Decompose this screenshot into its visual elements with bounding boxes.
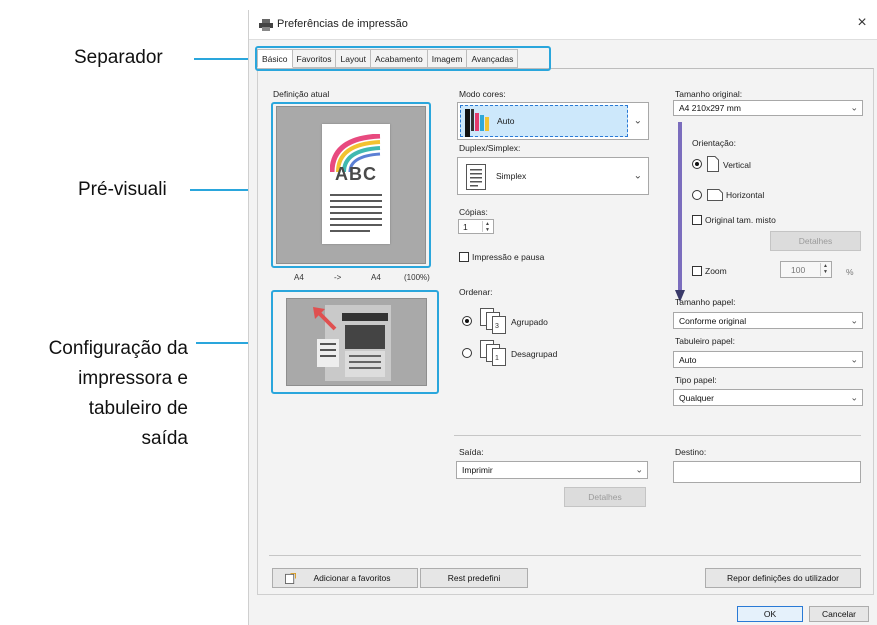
zoom-checkbox[interactable] xyxy=(692,266,702,276)
chevron-down-icon: ⌄ xyxy=(850,354,858,364)
duplex-value: Simplex xyxy=(496,171,527,181)
zoom-percent: (100%) xyxy=(404,273,430,282)
original-size-select[interactable]: A4 210x297 mm ⌄ xyxy=(673,100,863,116)
duplex-select[interactable]: Simplex ⌄ xyxy=(457,157,649,195)
output-details-button[interactable]: Detalhes xyxy=(564,487,646,507)
cancel-button[interactable]: Cancelar xyxy=(809,606,869,622)
orientation-arrow-icon xyxy=(675,122,685,302)
chevron-down-icon: ⌄ xyxy=(850,315,858,325)
tab-highlight-frame xyxy=(255,46,551,71)
svg-text:3: 3 xyxy=(495,323,499,330)
pause-label: Impressão e pausa xyxy=(472,252,545,262)
vertical-radio[interactable] xyxy=(692,159,702,169)
paper-tray-select[interactable]: Auto ⌄ xyxy=(673,351,863,368)
original-size-value: A4 210x297 mm xyxy=(679,103,741,113)
collated-pages-icon: 3 xyxy=(480,308,506,334)
paper-type-label: Tipo papel: xyxy=(675,375,717,385)
favorites-icon xyxy=(285,573,296,584)
callout-separador: Separador xyxy=(74,47,163,68)
printer-highlight-frame xyxy=(271,290,439,394)
zoom-value: 100 xyxy=(791,264,806,275)
footer-separator xyxy=(269,555,861,556)
chevron-down-icon: ⌄ xyxy=(850,102,858,113)
output-label: Saída: xyxy=(459,447,484,457)
uncollate-label: Desagrupad xyxy=(511,349,558,359)
chevron-down-icon: ⌄ xyxy=(850,392,858,402)
paper-type-select[interactable]: Qualquer ⌄ xyxy=(673,389,863,406)
color-mode-value: Auto xyxy=(497,116,515,126)
collate-label: Agrupado xyxy=(511,317,548,327)
copies-label: Cópias: xyxy=(459,207,488,217)
print-preferences-dialog: Preferências de impressão × Básico Favor… xyxy=(248,10,877,625)
mixed-size-checkbox[interactable] xyxy=(692,215,702,225)
document-icon xyxy=(466,164,486,190)
title-divider xyxy=(249,39,877,40)
restore-user-settings-button[interactable]: Repor definições do utilizador xyxy=(705,568,861,588)
ok-button[interactable]: OK xyxy=(737,606,803,622)
chevron-down-icon: ⌄ xyxy=(633,170,642,182)
pause-checkbox[interactable] xyxy=(459,252,469,262)
callout-line-separador xyxy=(194,58,254,60)
spinner-arrows-icon[interactable]: ▲ ▼ xyxy=(482,221,492,233)
svg-text:1: 1 xyxy=(495,355,499,362)
output-value: Imprimir xyxy=(462,465,493,475)
paper-size-value: Conforme original xyxy=(679,315,747,326)
destination-input[interactable] xyxy=(673,461,861,483)
add-favorites-button[interactable]: Adicionar a favoritos xyxy=(272,568,418,588)
mixed-details-button[interactable]: Detalhes xyxy=(770,231,861,251)
size-from: A4 xyxy=(294,273,304,282)
callout-pre-visual: Pré-visuali xyxy=(78,179,167,200)
duplex-selected: Simplex xyxy=(460,160,628,192)
paper-tray-label: Tabuleiro papel: xyxy=(675,336,736,346)
horizontal-label: Horizontal xyxy=(726,190,765,200)
collate-radio[interactable] xyxy=(462,316,472,326)
color-mode-selected: Auto xyxy=(460,105,628,137)
zoom-unit: % xyxy=(846,267,854,277)
uncollate-radio[interactable] xyxy=(462,348,472,358)
callout-config-line-1: Configuração da xyxy=(48,338,188,359)
callout-config-line-2: impressora e xyxy=(78,368,188,389)
zoom-label: Zoom xyxy=(705,266,727,276)
title-bar: Preferências de impressão × xyxy=(249,10,877,40)
destination-label: Destino: xyxy=(675,447,707,457)
preview-highlight-frame xyxy=(271,102,431,268)
order-label: Ordenar: xyxy=(459,287,493,297)
preview-label: Definição atual xyxy=(273,89,330,99)
size-arrow: -> xyxy=(334,273,342,282)
reset-default-button[interactable]: Rest predefini xyxy=(420,568,528,588)
orientation-label: Orientação: xyxy=(692,138,736,148)
printer-icon xyxy=(259,19,273,31)
callout-config-line-3: tabuleiro de xyxy=(88,398,188,419)
output-select[interactable]: Imprimir ⌄ xyxy=(456,461,648,479)
duplex-label: Duplex/Simplex: xyxy=(459,143,521,153)
paper-size-select[interactable]: Conforme original ⌄ xyxy=(673,312,863,329)
add-favorites-label: Adicionar a favoritos xyxy=(313,573,391,583)
close-button[interactable]: × xyxy=(852,14,872,32)
original-size-label: Tamanho original: xyxy=(675,89,743,99)
chevron-down-icon: ⌄ xyxy=(633,115,642,127)
copies-value: 1 xyxy=(463,221,468,232)
color-bars-icon xyxy=(465,109,489,137)
landscape-page-icon xyxy=(707,189,723,201)
paper-size-label: Tamanho papel: xyxy=(675,297,736,307)
mixed-size-label: Original tam. misto xyxy=(705,215,776,225)
uncollated-pages-icon: 1 xyxy=(480,340,506,366)
paper-type-value: Qualquer xyxy=(679,392,714,403)
callout-config-line-4: saída xyxy=(141,428,188,449)
window-title: Preferências de impressão xyxy=(277,18,408,30)
spinner-arrows-icon[interactable]: ▲ ▼ xyxy=(820,263,830,276)
portrait-page-icon xyxy=(707,156,719,172)
color-mode-label: Modo cores: xyxy=(459,89,506,99)
paper-tray-value: Auto xyxy=(679,354,697,365)
vertical-label: Vertical xyxy=(723,160,751,170)
horizontal-radio[interactable] xyxy=(692,190,702,200)
callout-configuracao: Configuração da impressora e tabuleiro d… xyxy=(0,334,188,454)
zoom-spinner[interactable]: 100 ▲ ▼ xyxy=(780,261,832,278)
size-to: A4 xyxy=(371,273,381,282)
color-mode-select[interactable]: Auto ⌄ xyxy=(457,102,649,140)
copies-spinner[interactable]: 1 ▲ ▼ xyxy=(458,219,494,234)
chevron-down-icon: ⌄ xyxy=(635,464,643,475)
section-separator xyxy=(454,435,861,436)
